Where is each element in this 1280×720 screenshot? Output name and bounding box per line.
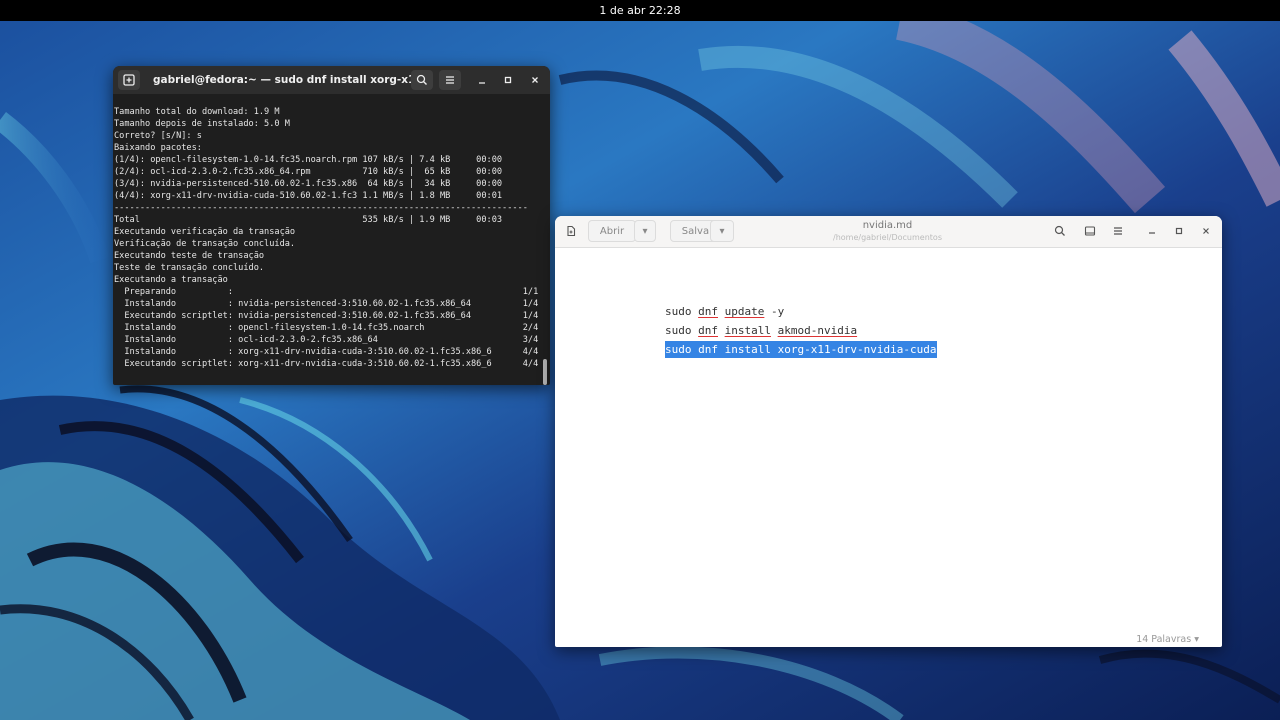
editor-line: sudo dnf update -y [665, 302, 937, 321]
editor-header-bar[interactable]: Abrir ▾ Salvar ▾ nvidia.md /home/gabriel… [555, 216, 1222, 248]
search-icon[interactable] [411, 70, 433, 90]
editor-text-segment: -y [764, 305, 785, 318]
word-count-button[interactable]: 14 Palavras ▾ [1136, 634, 1199, 645]
text-editor-window[interactable]: Abrir ▾ Salvar ▾ nvidia.md /home/gabriel… [555, 216, 1222, 647]
terminal-line: Executando scriptlet: xorg-x11-drv-nvidi… [114, 359, 539, 369]
editor-text-segment: sudo [665, 324, 699, 337]
terminal-line: Instalando : opencl-filesystem-1.0-14.fc… [114, 323, 539, 333]
save-label: Salvar [681, 225, 714, 237]
search-icon[interactable] [1049, 221, 1071, 241]
terminal-line: Teste de transação concluído. [114, 263, 265, 273]
editor-text-segment: install [724, 324, 771, 337]
terminal-line: Tamanho depois de instalado: 5.0 M [114, 119, 290, 129]
top-bar: 1 de abr 22:28 [0, 0, 1280, 21]
terminal-line: Executando scriptlet: nvidia-persistence… [114, 311, 539, 321]
terminal-line: Correto? [s/N]: s [114, 131, 202, 141]
terminal-line: Instalando : xorg-x11-drv-nvidia-cuda-3:… [114, 347, 539, 357]
editor-text-segment: update [724, 305, 765, 318]
maximize-icon[interactable] [497, 70, 519, 90]
selected-text: sudo dnf install xorg-x11-drv-nvidia-cud… [665, 341, 937, 358]
chevron-down-icon: ▾ [1194, 634, 1199, 645]
terminal-window[interactable]: gabriel@fedora:~ — sudo dnf install xorg… [113, 66, 550, 385]
close-icon[interactable] [524, 70, 546, 90]
terminal-scrollbar[interactable] [543, 106, 547, 385]
terminal-line: Verificação de transação concluída. [114, 239, 296, 249]
terminal-line: Instalando : ocl-icd-2.3.0-2.fc35.x86_64… [114, 335, 539, 345]
editor-text-segment: dnf [698, 305, 718, 318]
clock[interactable]: 1 de abr 22:28 [599, 4, 680, 17]
editor-line: sudo dnf install xorg-x11-drv-nvidia-cud… [665, 340, 937, 359]
terminal-output[interactable]: Tamanho total do download: 1.9 M Tamanho … [113, 106, 544, 385]
terminal-line: ----------------------------------------… [114, 203, 528, 213]
view-options-icon[interactable] [1079, 221, 1101, 241]
terminal-header-bar[interactable]: gabriel@fedora:~ — sudo dnf install xorg… [113, 66, 550, 94]
editor-text-segment [718, 305, 725, 318]
scrollbar-thumb[interactable] [543, 359, 547, 385]
terminal-line: Baixando pacotes: [114, 143, 202, 153]
editor-text-segment [718, 324, 725, 337]
terminal-title: gabriel@fedora:~ — sudo dnf install xorg… [153, 74, 423, 86]
terminal-line: Instalando : nvidia-persistenced-3:510.6… [114, 299, 539, 309]
new-document-icon[interactable] [560, 221, 582, 241]
chevron-down-icon: ▾ [642, 225, 648, 237]
terminal-line: Executando a transação [114, 275, 228, 285]
editor-line: sudo dnf install akmod-nvidia [665, 321, 937, 340]
open-label: Abrir [599, 225, 625, 237]
terminal-line: Preparando : 1/1 [114, 287, 539, 297]
terminal-line: (3/4): nvidia-persistenced-510.60.02-1.f… [114, 179, 503, 189]
terminal-line: (1/4): opencl-filesystem-1.0-14.fc35.noa… [114, 155, 503, 165]
minimize-icon[interactable] [471, 70, 493, 90]
terminal-line: (4/4): xorg-x11-drv-nvidia-cuda-510.60.0… [114, 191, 503, 201]
editor-text-segment [771, 324, 778, 337]
terminal-line: Executando verificação da transação [114, 227, 296, 237]
minimize-icon[interactable] [1141, 221, 1163, 241]
editor-text-segment: akmod-nvidia [777, 324, 858, 337]
open-dropdown-button[interactable]: ▾ [634, 220, 656, 242]
new-tab-icon[interactable] [118, 70, 140, 90]
editor-text-segment: sudo [665, 305, 699, 318]
document-title: nvidia.md [862, 220, 913, 231]
word-count-label: 14 Palavras [1136, 634, 1192, 645]
editor-text-area[interactable]: sudo dnf update -y sudo dnf install akmod… [665, 302, 937, 359]
terminal-line: Executando teste de transação [114, 251, 265, 261]
terminal-line: Total 535 kB/s | 1.9 MB 00:03 [114, 215, 503, 225]
save-dropdown-button[interactable]: ▾ [710, 220, 734, 242]
terminal-line: Tamanho total do download: 1.9 M [114, 107, 280, 117]
chevron-down-icon: ▾ [719, 225, 725, 237]
editor-text-segment: dnf [698, 324, 718, 337]
document-path: /home/gabriel/Documentos [833, 233, 942, 242]
menu-icon[interactable] [1107, 221, 1129, 241]
menu-icon[interactable] [439, 70, 461, 90]
close-icon[interactable] [1195, 221, 1217, 241]
maximize-icon[interactable] [1168, 221, 1190, 241]
terminal-line: (2/4): ocl-icd-2.3.0-2.fc35.x86_64.rpm 7… [114, 167, 503, 177]
open-button[interactable]: Abrir [588, 220, 636, 242]
